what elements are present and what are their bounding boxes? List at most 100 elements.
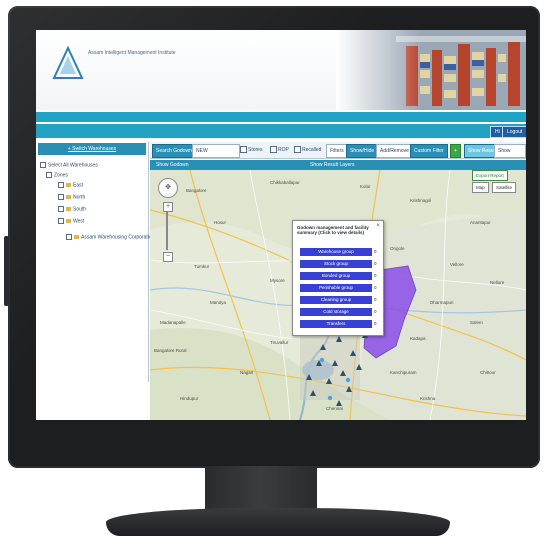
stores-label: Stores xyxy=(248,147,263,153)
map-label: Tiruvallur xyxy=(270,340,289,345)
header-divider xyxy=(36,112,526,122)
folder-icon xyxy=(66,219,71,223)
map-label: Kanchipuram xyxy=(390,370,417,375)
map-type-map-button[interactable]: Map xyxy=(472,182,489,193)
rop-checkbox[interactable] xyxy=(270,146,277,153)
popup-row-count: 0 xyxy=(374,261,377,266)
left-panel: + Switch Warehouses Select All Warehouse… xyxy=(36,142,177,382)
map-label: Krishnagiri xyxy=(410,198,432,203)
tree-item-all[interactable]: Select All Warehouses xyxy=(40,162,98,168)
map-type-satellite-button[interactable]: Satellite xyxy=(492,182,517,193)
zoom-out-button[interactable]: − xyxy=(163,252,173,262)
map-label: Chennai xyxy=(326,406,343,411)
logout-button[interactable]: Logout xyxy=(502,126,526,138)
info-popup: Godown management and facility summary (… xyxy=(292,220,384,336)
popup-row-count: 0 xyxy=(374,249,377,254)
user-bar xyxy=(36,124,526,138)
map-subbar: Show Godown Show Result Layers xyxy=(150,160,526,170)
map-label: Bangalore Rural xyxy=(154,348,187,353)
popup-row-count: 0 xyxy=(374,297,377,302)
result-layers-label[interactable]: Show Result Layers xyxy=(310,160,354,170)
tree-label: West xyxy=(73,218,85,225)
recalled-checkbox[interactable] xyxy=(294,146,301,153)
tree-label: East xyxy=(73,182,84,189)
monitor-stand-base xyxy=(106,508,450,536)
map-label: Tumkur xyxy=(194,264,210,269)
popup-row-count: 0 xyxy=(374,285,377,290)
popup-row-label: Transfers xyxy=(326,321,346,326)
filters-button[interactable]: Filters xyxy=(326,144,348,158)
map-toolbar: Search Godown NEW Stores ROP Recalled Fi… xyxy=(150,142,526,178)
popup-row[interactable]: Bonded group 0 xyxy=(299,271,377,281)
map-label: Hosur xyxy=(214,220,227,225)
rop-label: ROP xyxy=(278,147,289,153)
add-remove-button[interactable]: Add/Remove xyxy=(376,144,413,158)
map-label: Krishna xyxy=(420,396,436,401)
map-label: Hindupur xyxy=(180,396,199,401)
popup-row-label: Bonded group xyxy=(321,273,351,278)
map-label: Vellore xyxy=(450,262,464,267)
search-godown-button[interactable]: Search Godown xyxy=(152,144,196,158)
popup-row-label: Cleaning group xyxy=(320,297,352,302)
map-label: Nellore xyxy=(490,280,505,285)
org-name: Assam Intelligent Management Institute xyxy=(88,50,176,56)
tree-label: South xyxy=(73,206,87,213)
show-hide-button[interactable]: Show/Hide xyxy=(346,144,379,158)
folder-icon xyxy=(74,235,79,239)
app-header: Assam Intelligent Management Institute xyxy=(36,30,526,110)
popup-row-label: Perishable group xyxy=(318,285,354,290)
popup-row[interactable]: Transfers 0 xyxy=(299,319,377,329)
popup-row-count: 0 xyxy=(374,273,377,278)
map-label: Salem xyxy=(470,320,483,325)
popup-row[interactable]: Cold storage 0 xyxy=(299,307,377,317)
tree-label: Zones xyxy=(54,172,68,179)
map-label: Madanapalle xyxy=(160,320,186,325)
screen: Assam Intelligent Management Institute H… xyxy=(36,30,526,420)
map-label: Nagari xyxy=(240,370,254,375)
map-label: Kolar xyxy=(360,184,371,189)
popup-row-count: 0 xyxy=(374,321,377,326)
pan-control-icon[interactable]: ✥ xyxy=(158,178,178,198)
close-icon[interactable]: × xyxy=(376,223,380,229)
map-view[interactable]: Bangalore Chikkaballapur Kolar Hosur Kri… xyxy=(150,170,526,420)
logo-icon xyxy=(52,45,84,79)
export-report-button[interactable]: Export Report xyxy=(472,170,508,181)
zoom-in-button[interactable]: + xyxy=(163,202,173,212)
map-label: Mandya xyxy=(210,300,227,305)
tree-label: Select All Warehouses xyxy=(48,162,98,169)
popup-row-label: Warehouse group xyxy=(318,249,354,254)
popup-row[interactable]: Perishable group 0 xyxy=(299,283,377,293)
category-select[interactable]: NEW xyxy=(192,144,240,158)
tree-item-zones[interactable]: Zones xyxy=(46,172,68,178)
tree-item-north[interactable]: North xyxy=(58,194,85,200)
map-label: Anantapur xyxy=(470,220,491,225)
tree-item-west[interactable]: West xyxy=(58,218,84,224)
popup-title: Godown management and facility summary (… xyxy=(297,225,369,235)
recalled-label: Recalled xyxy=(302,147,322,153)
map-label: Mysore xyxy=(270,278,285,283)
map-label: Dharmapuri xyxy=(430,300,454,305)
map-label: Bangalore xyxy=(186,188,207,193)
folder-icon xyxy=(66,207,71,211)
map-label: Kadapa xyxy=(410,336,426,341)
zoom-slider[interactable] xyxy=(166,212,168,250)
map-label: Ongole xyxy=(390,246,405,251)
custom-filter-button[interactable]: Custom Filter xyxy=(410,144,448,158)
stores-checkbox[interactable] xyxy=(240,146,247,153)
popup-row-count: 0 xyxy=(374,309,377,314)
popup-row-label: Stock group xyxy=(323,261,348,266)
tree-item-east[interactable]: East xyxy=(58,182,83,188)
show-godown-label[interactable]: Show Godown xyxy=(156,160,189,170)
switch-warehouses-link[interactable]: + Switch Warehouses xyxy=(38,143,146,155)
folder-icon xyxy=(66,195,71,199)
add-icon[interactable]: + xyxy=(450,144,461,158)
popup-row[interactable]: Cleaning group 0 xyxy=(299,295,377,305)
show-selected-button[interactable]: Show Selected Data xyxy=(494,144,526,178)
popup-row[interactable]: Warehouse group 0 xyxy=(299,247,377,257)
popup-row-label: Cold storage xyxy=(323,309,349,314)
tree-label: North xyxy=(73,194,86,201)
warehouse-photo xyxy=(336,30,526,110)
tree-item-south[interactable]: South xyxy=(58,206,86,212)
popup-row[interactable]: Stock group 0 xyxy=(299,259,377,269)
folder-icon xyxy=(66,183,71,187)
